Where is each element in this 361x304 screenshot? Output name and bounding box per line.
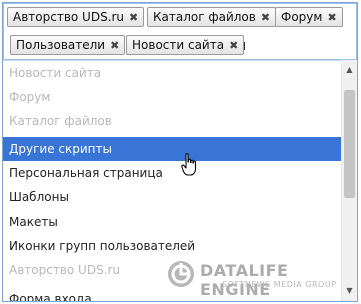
tag-chip-news: Новости сайта ✖ <box>126 35 245 55</box>
option-personal-page[interactable]: Персональная страница <box>3 161 342 185</box>
tag-label: Авторство UDS.ru <box>13 10 125 24</box>
tag-chip-users: Пользователи ✖ <box>10 35 126 55</box>
close-icon[interactable]: ✖ <box>129 11 138 24</box>
tag-chip-forum: Форум ✖ <box>275 7 343 27</box>
tag-label: Форум <box>281 10 323 24</box>
close-icon[interactable]: ✖ <box>327 11 336 24</box>
scroll-up-arrow-icon[interactable]: ▲ <box>342 62 357 78</box>
option-group-icons[interactable]: Иконки групп пользователей <box>3 234 342 258</box>
option-catalog: Каталог файлов <box>9 114 112 128</box>
tag-label: Каталог файлов <box>153 10 256 24</box>
option-layouts[interactable]: Макеты <box>3 210 342 234</box>
search-input[interactable] <box>244 42 245 50</box>
option-uds: Авторство UDS.ru <box>9 263 121 277</box>
close-icon[interactable]: ✖ <box>261 11 270 24</box>
option-forum: Форум <box>9 90 51 104</box>
selected-tags-box[interactable]: Авторство UDS.ru ✖ Каталог файлов ✖ Форум ✖… <box>3 3 357 60</box>
tag-label: Новости сайта <box>132 38 225 52</box>
multiselect-widget[interactable]: Авторство UDS.ru ✖ Каталог файлов ✖ Форум ✖… <box>2 2 358 302</box>
scrollbar[interactable]: ▲ ▼ <box>341 60 357 301</box>
close-icon[interactable]: ✖ <box>110 39 119 52</box>
hand-pointer-icon <box>181 153 197 176</box>
option-news: Новости сайта <box>9 66 102 80</box>
scrollbar-thumb[interactable] <box>344 90 355 198</box>
tag-chip-catalog: Каталог файлов ✖ <box>147 7 277 27</box>
tag-label: Пользователи <box>16 38 106 52</box>
option-login-form[interactable]: Форма входа <box>3 287 342 301</box>
close-icon[interactable]: ✖ <box>229 39 238 52</box>
option-other-scripts[interactable]: Другие скрипты <box>3 137 342 161</box>
scroll-down-arrow-icon[interactable]: ▼ <box>342 283 357 299</box>
option-templates[interactable]: Шаблоны <box>3 185 342 209</box>
options-list[interactable]: Новости сайта Форум Каталог файлов Други… <box>3 60 342 301</box>
tag-chip-uds: Авторство UDS.ru ✖ <box>7 7 145 27</box>
